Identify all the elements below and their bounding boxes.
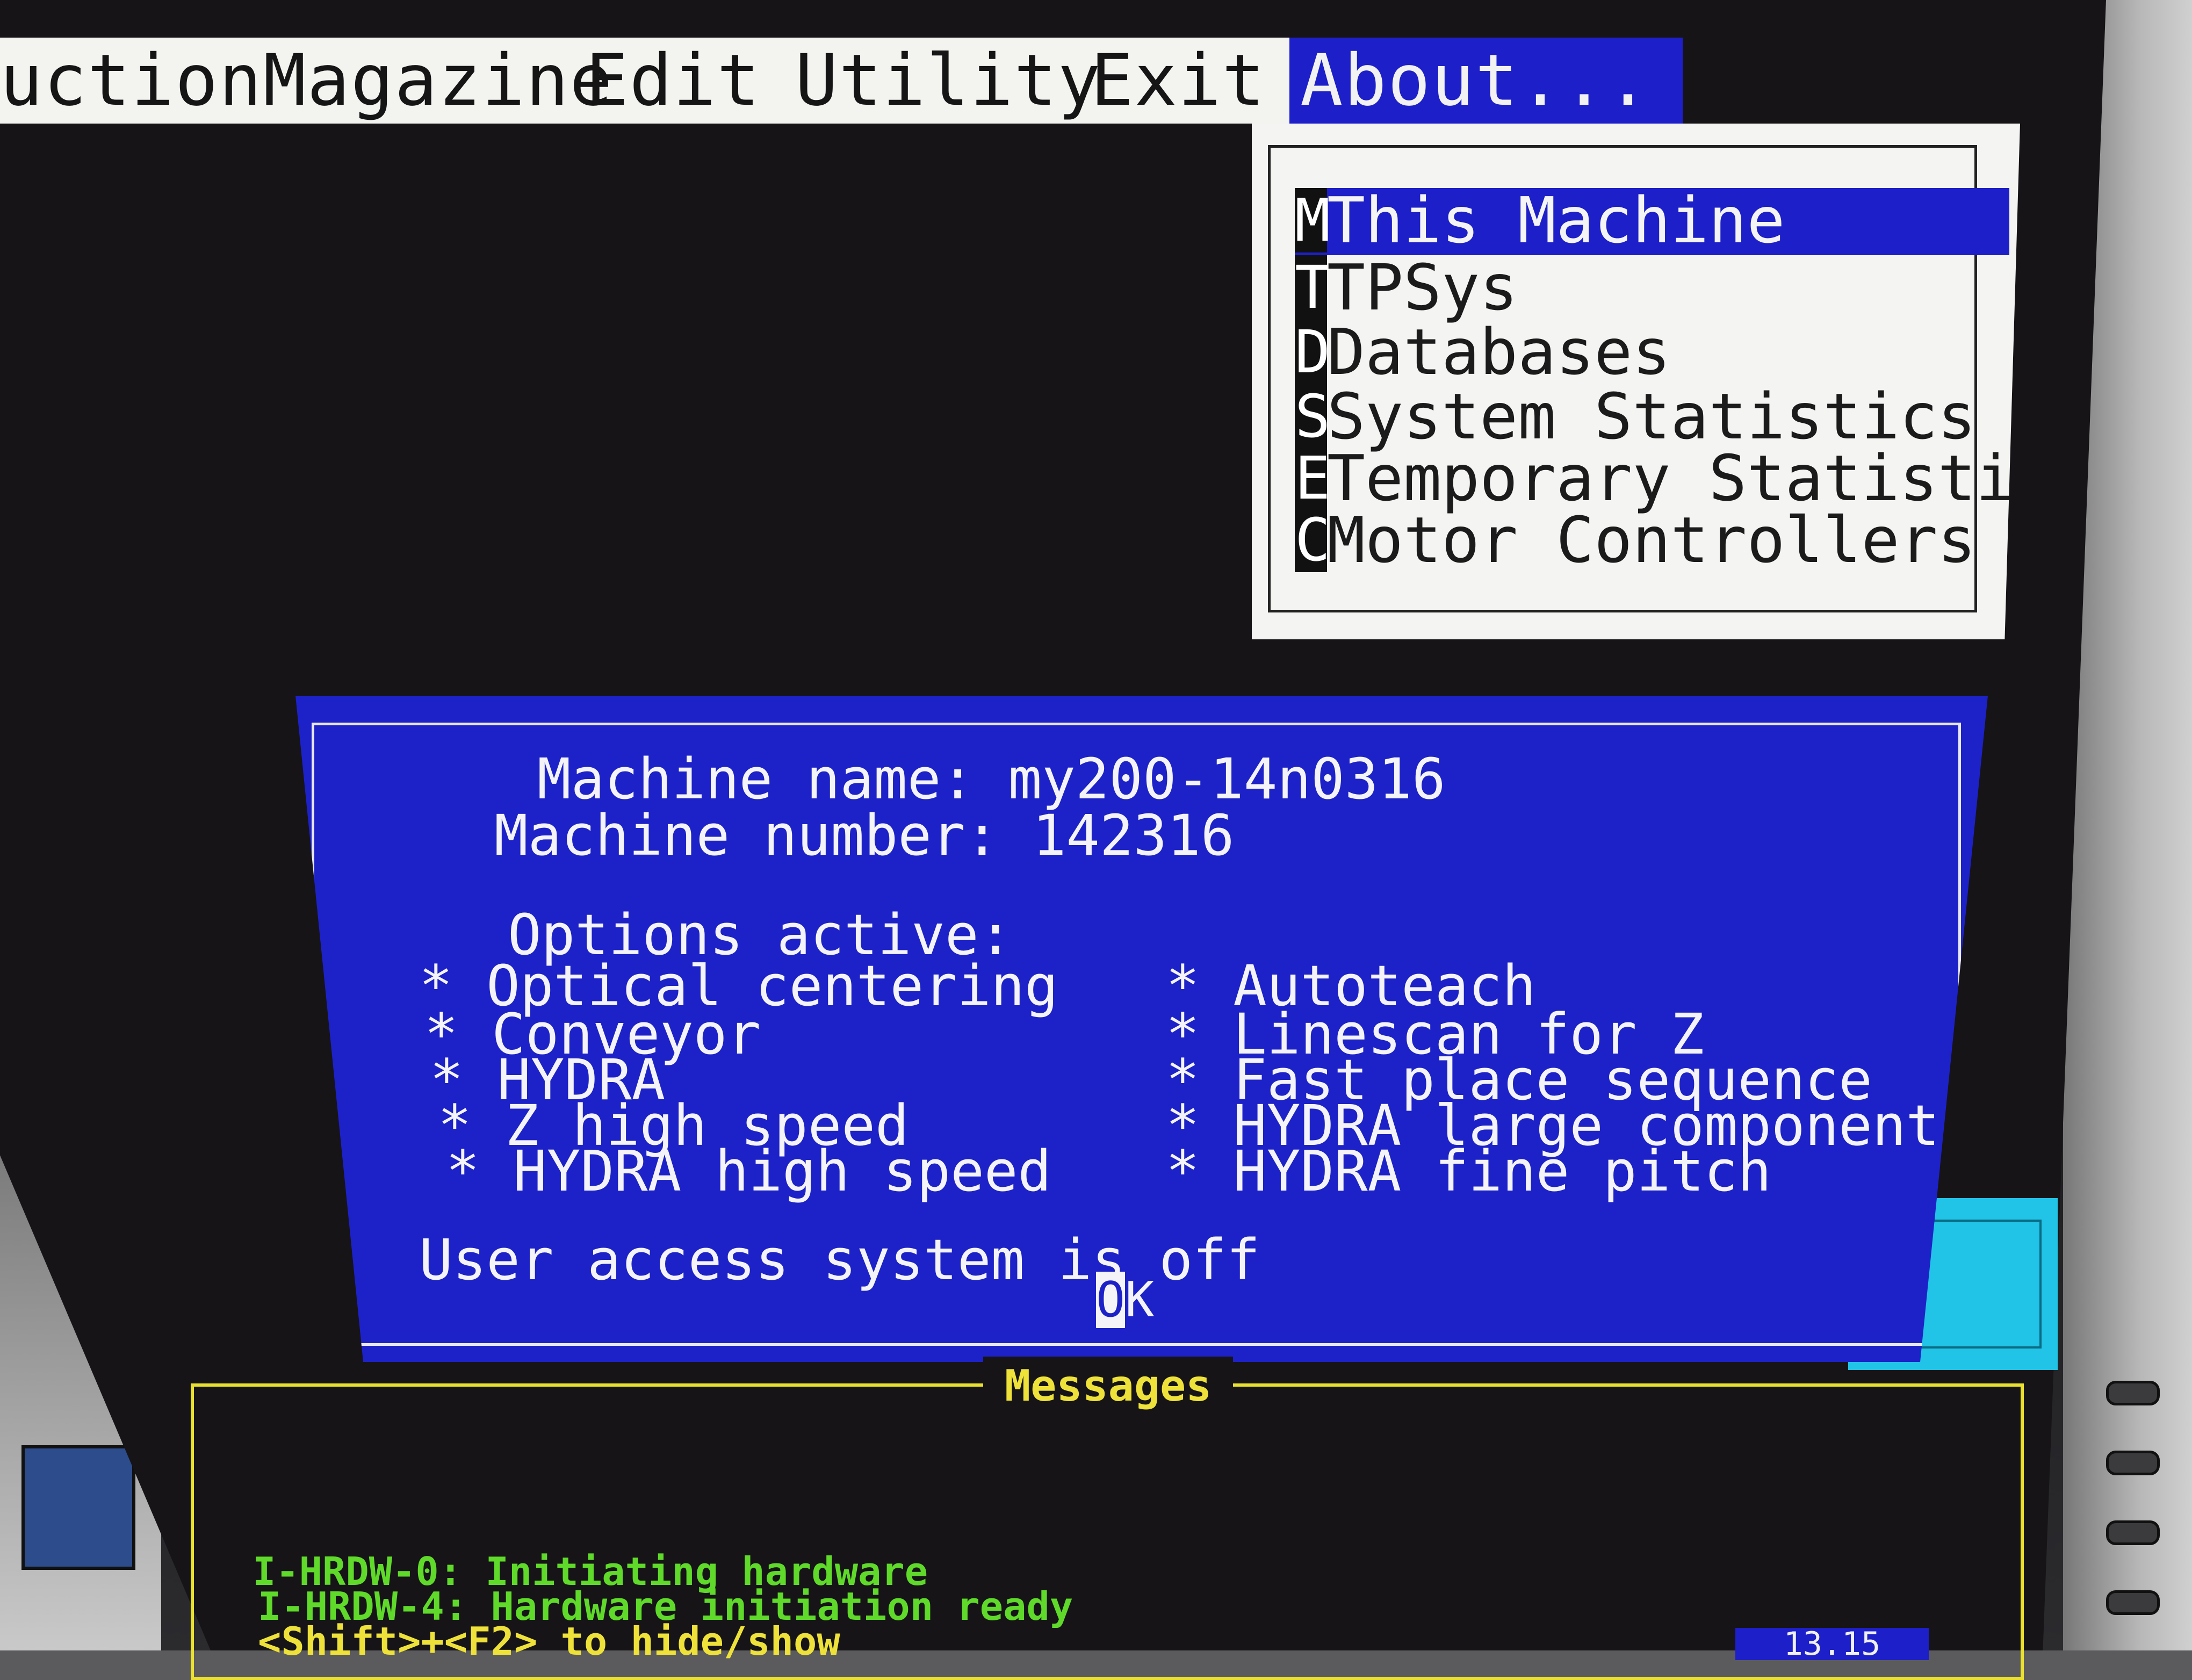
clock-display: 13.15 xyxy=(1735,1628,1929,1660)
menu-magazine[interactable]: Magazine xyxy=(263,38,614,124)
option-item: * HYDRA high speed xyxy=(446,1138,1052,1204)
menu-item-temporary-statistics[interactable]: Temporary Statistics xyxy=(1327,446,2020,510)
ok-button[interactable]: OK xyxy=(1096,1272,1155,1328)
monitor-button xyxy=(2106,1381,2160,1405)
about-dropdown-menu: M This Machine T TPSys D Databases S Sys… xyxy=(1252,124,2020,639)
machine-number: Machine number: 142316 xyxy=(494,803,1235,868)
hotkey-temporary-statistics: E xyxy=(1295,444,1331,513)
hotkey-system-statistics: S xyxy=(1295,382,1331,451)
menu-production[interactable]: uction xyxy=(0,38,263,124)
this-machine-dialog: Machine name: my200-14n0316 Machine numb… xyxy=(295,696,1988,1362)
menu-item-system-statistics[interactable]: System Statistics xyxy=(1327,384,1976,449)
hotkey-motor-controllers: C xyxy=(1295,506,1331,574)
equipment-panel xyxy=(21,1445,135,1570)
option-item: * HYDRA fine pitch xyxy=(1166,1138,1772,1204)
monitor-button xyxy=(2106,1451,2160,1475)
menu-utility[interactable]: Utility xyxy=(795,38,1101,124)
menu-edit[interactable]: Edit xyxy=(586,38,761,124)
messages-title: Messages xyxy=(983,1357,1234,1416)
ok-label: K xyxy=(1125,1272,1155,1328)
menu-exit[interactable]: Exit xyxy=(1091,38,1266,124)
hotkey-tpsys: T xyxy=(1295,253,1331,322)
machine-name: Machine name: my200-14n0316 xyxy=(537,746,1446,812)
menu-item-tpsys[interactable]: TPSys xyxy=(1327,255,1518,320)
monitor-button xyxy=(2106,1520,2160,1545)
monitor-button xyxy=(2106,1590,2160,1615)
menu-item-databases[interactable]: Databases xyxy=(1327,320,1670,384)
ok-hotkey: O xyxy=(1096,1272,1126,1328)
hotkey-databases: D xyxy=(1295,318,1331,386)
menu-item-motor-controllers[interactable]: Motor Controllers xyxy=(1327,508,1976,572)
menu-about[interactable]: About... xyxy=(1289,38,1683,124)
menu-item-this-machine[interactable]: This Machine xyxy=(1327,188,1785,253)
hide-show-hint: <Shift>+<F2> to hide/show xyxy=(258,1619,840,1664)
hotkey-this-machine: M xyxy=(1295,186,1331,255)
